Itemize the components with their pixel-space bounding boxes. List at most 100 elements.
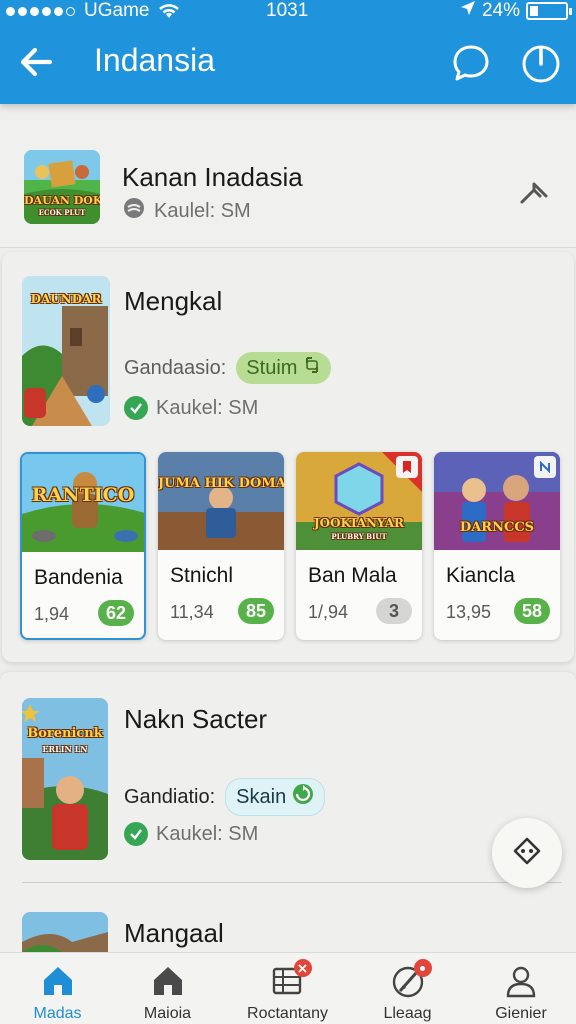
nav-item-label: Roctantany xyxy=(247,1005,328,1022)
nav-item-label: Madas xyxy=(33,1005,82,1022)
game-card[interactable]: JOOKIANYAR PLUBRY BIUT Ban Mala 1/,94 3 xyxy=(296,452,422,640)
featured-thumbnail: DAUAN DOKA ECOK PLUT xyxy=(24,150,100,224)
nakn-sacter-meta: Kaukel: SM xyxy=(124,822,258,846)
game-score-badge: 62 xyxy=(98,600,134,626)
game-price: 1,94 xyxy=(34,604,70,624)
game-price: 1/,94 xyxy=(308,602,349,622)
mengkal-genre: Gandaasio: Stuim xyxy=(124,352,332,384)
refresh-icon xyxy=(303,356,321,380)
nav-item-lleaag[interactable]: Lleaag xyxy=(350,953,465,1024)
nav-item-label: Gienier xyxy=(495,1005,547,1022)
featured-row[interactable]: DAUAN DOKA ECOK PLUT Kanan Inadasia Kaul… xyxy=(0,120,576,248)
home-icon xyxy=(150,963,186,999)
nav-item-gienier[interactable]: Gienier xyxy=(466,953,576,1024)
featured-meta: Kaulel: SM xyxy=(122,196,251,226)
share-arrow-icon[interactable] xyxy=(516,174,552,210)
nakn-sacter-section: Borenicnk ERLIN LN Nakn Sacter Gandiatio… xyxy=(0,672,576,972)
chat-bubble-icon[interactable] xyxy=(450,42,492,84)
controller-icon xyxy=(122,196,146,226)
game-name: Stnichl xyxy=(170,564,234,587)
notification-badge xyxy=(413,959,432,977)
featured-thumb-subtitle: ECOK PLUT xyxy=(38,208,86,217)
game-cover: JUMA HIK DOMAN xyxy=(158,452,284,550)
signal-dot xyxy=(54,6,63,16)
genre-tag[interactable]: Stuim xyxy=(236,352,332,384)
game-cover-subtitle: PLUBRY BIUT xyxy=(331,532,387,541)
game-card[interactable]: DARNCCS Kiancla 13,95 58 xyxy=(434,452,560,640)
nakn-sacter-genre: Gandiatio: Skain xyxy=(124,778,326,816)
mengkal-section: DAUNDAR Mengkal Gandaasio: Stuim Kaukel:… xyxy=(2,252,574,662)
nakn-thumb-title: Borenicnk xyxy=(27,726,103,741)
power-icon[interactable] xyxy=(518,40,564,86)
info-badge-icon xyxy=(534,456,556,478)
featured-title: Kanan Inadasia xyxy=(122,162,303,192)
signal-dot-empty xyxy=(66,6,75,16)
signal-dot xyxy=(6,6,15,16)
game-card[interactable]: JUMA HIK DOMAN Stnichl 11,34 85 xyxy=(158,452,284,640)
game-cover-title: JOOKIANYAR xyxy=(314,516,404,530)
carrier-name: UGame xyxy=(84,0,150,21)
mangaal-title: Mangaal xyxy=(124,918,224,948)
nakn-thumb-subtitle: ERLIN LN xyxy=(42,744,88,754)
nakn-sacter-title: Nakn Sacter xyxy=(124,704,268,734)
game-score-badge: 85 xyxy=(238,598,274,624)
game-price: 11,34 xyxy=(170,602,214,622)
signal-dot xyxy=(18,6,27,16)
back-arrow-icon[interactable] xyxy=(16,42,56,82)
notification-badge xyxy=(293,959,312,977)
divider xyxy=(22,882,562,883)
nakn-sacter-thumbnail[interactable]: Borenicnk ERLIN LN xyxy=(22,698,108,860)
signal-dot xyxy=(42,6,51,16)
game-name: Ban Mala xyxy=(308,564,397,587)
game-price: 13,95 xyxy=(446,602,492,622)
battery-icon xyxy=(526,2,572,20)
diamond-navigate-icon xyxy=(512,836,542,871)
wifi-icon xyxy=(156,0,182,26)
status-bar: UGame 1031 24% xyxy=(0,0,576,24)
nav-item-madas[interactable]: Madas xyxy=(0,953,115,1024)
compass-fab-button[interactable] xyxy=(492,818,562,888)
signal-strength: UGame xyxy=(6,0,149,22)
nav-item-roctantany[interactable]: Roctantany xyxy=(230,953,345,1024)
nav-item-label: Lleaag xyxy=(383,1005,432,1022)
featured-thumb-title: DAUAN DOKA xyxy=(24,194,100,207)
mengkal-thumb-title: DAUNDAR xyxy=(30,292,102,306)
signal-dot xyxy=(30,6,39,16)
page-title: Indansia xyxy=(94,42,215,78)
game-cover: DARNCCS xyxy=(434,452,560,550)
game-cover: JOOKIANYAR PLUBRY BIUT xyxy=(296,452,422,550)
clock: 1031 xyxy=(266,0,309,21)
grid-list-icon xyxy=(270,959,312,999)
bookmark-icon xyxy=(396,456,418,478)
game-score-badge: 58 xyxy=(514,598,550,624)
person-icon xyxy=(503,963,539,999)
game-card[interactable]: RANTICO Bandenia 1,94 62 xyxy=(20,452,146,640)
game-name: Kiancla xyxy=(446,564,515,587)
genre-tag[interactable]: Skain xyxy=(225,778,326,816)
location-icon xyxy=(460,0,476,22)
genre-label: Gandiatio: xyxy=(124,785,216,808)
genre-tag-text: Skain xyxy=(236,785,287,808)
nav-item-maioia[interactable]: Maioia xyxy=(110,953,225,1024)
app-header: UGame 1031 24% Indansia xyxy=(0,0,576,104)
genre-tag-text: Stuim xyxy=(246,356,298,379)
genre-label: Gandaasio: xyxy=(124,356,227,379)
game-cover-title: RANTICO xyxy=(31,484,135,506)
nav-item-label: Maioia xyxy=(143,1005,192,1022)
check-icon xyxy=(124,822,148,846)
game-cover-title: JUMA HIK DOMAN xyxy=(158,476,284,491)
mengkal-title: Mengkal xyxy=(124,286,223,316)
pen-icon xyxy=(390,959,432,999)
home-icon xyxy=(40,963,76,999)
game-score-badge: 3 xyxy=(376,598,412,624)
mengkal-meta: Kaukel: SM xyxy=(124,396,258,420)
battery-percent: 24% xyxy=(481,0,520,21)
mengkal-thumbnail[interactable]: DAUNDAR xyxy=(22,276,110,426)
refresh-icon xyxy=(292,783,314,811)
check-icon xyxy=(124,396,148,420)
mengkal-meta-text: Kaukel: SM xyxy=(156,396,259,419)
game-cover: RANTICO xyxy=(22,454,144,552)
game-name: Bandenia xyxy=(34,566,123,589)
bottom-navigation: Madas Maioia Roctantany Lleaag Gienier xyxy=(0,952,576,1024)
featured-meta-text: Kaulel: SM xyxy=(154,199,251,222)
